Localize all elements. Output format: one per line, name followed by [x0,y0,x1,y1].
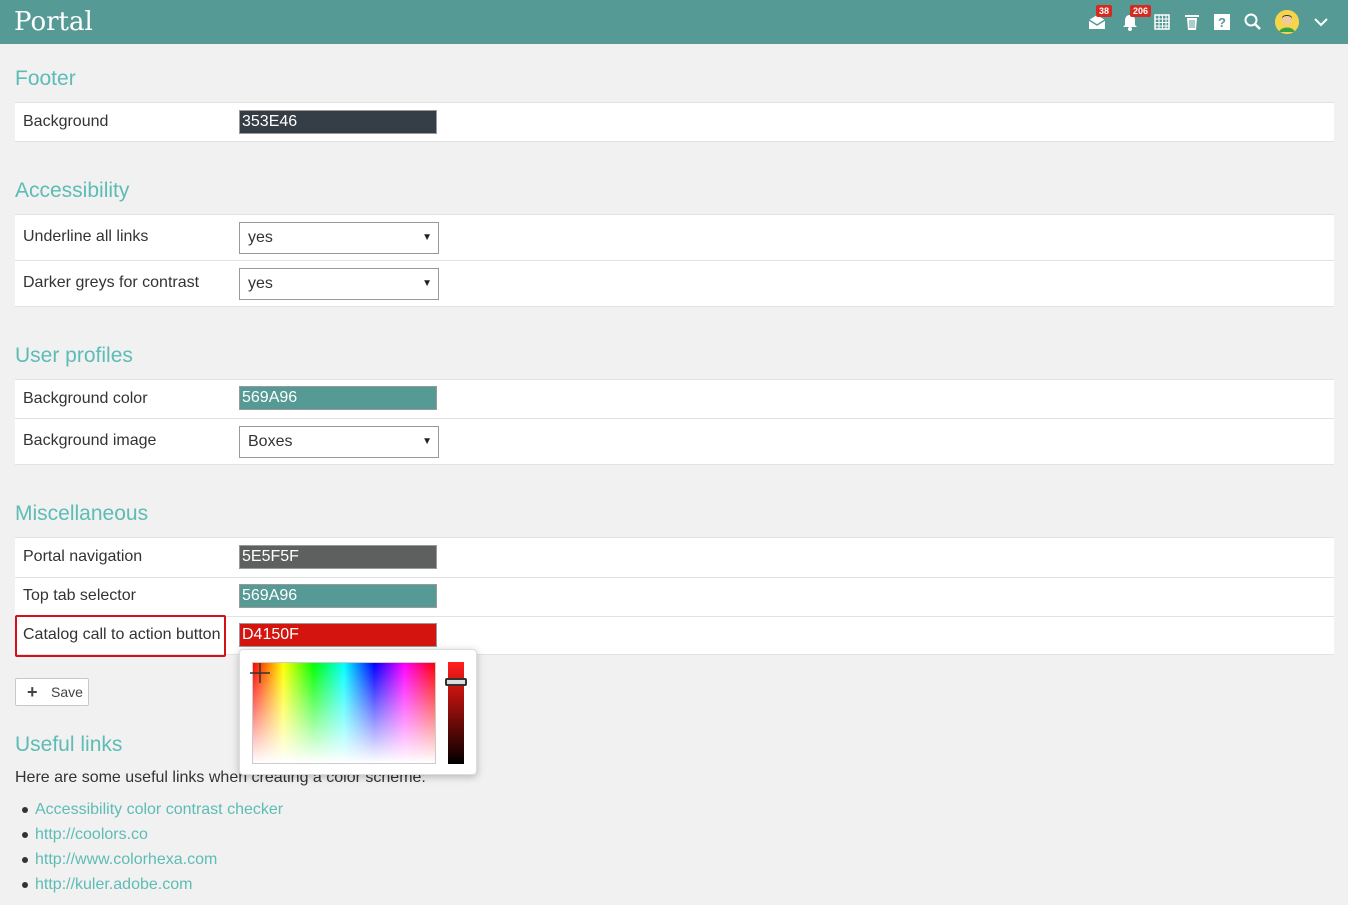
profile-background-color-field[interactable]: 569A96 [239,386,437,410]
bullet-icon [22,831,28,838]
bullet-icon [22,806,28,813]
calendar-grid-icon[interactable] [1152,12,1172,32]
profile-background-color-label: Background color [23,390,148,407]
bullet-icon [22,881,28,888]
list-item: http://www.colorhexa.com [22,851,217,869]
link-coolors[interactable]: http://coolors.co [35,826,148,843]
row-top-tab-selector: Top tab selector 569A96 [15,577,1334,616]
darker-greys-select[interactable]: yes ▼ [239,268,439,300]
underline-links-value: yes [248,229,273,246]
profile-background-image-value: Boxes [248,433,293,450]
save-button-label: Save [51,684,83,700]
row-profile-background-color: Background color 569A96 [15,379,1334,418]
footer-background-color-field[interactable]: 353E46 [239,110,437,134]
section-title-useful-links: Useful links [15,733,123,756]
darker-greys-label: Darker greys for contrast [23,274,200,291]
list-item: http://coolors.co [22,826,148,844]
link-contrast-checker[interactable]: Accessibility color contrast checker [35,801,283,818]
list-item: Accessibility color contrast checker [22,801,283,819]
save-button[interactable]: + Save [15,678,89,706]
highlight-box [15,615,226,657]
mail-icon[interactable]: 38 [1087,5,1113,32]
row-underline-links: Underline all links yes ▼ [15,214,1334,260]
search-icon[interactable] [1243,12,1263,32]
plus-icon: + [27,682,38,702]
dropdown-arrow-icon: ▼ [422,278,432,289]
chevron-down-icon[interactable] [1311,12,1331,32]
link-colorhexa[interactable]: http://www.colorhexa.com [35,851,217,868]
top-tab-selector-label: Top tab selector [23,587,136,604]
row-footer-background: Background 353E46 [15,102,1334,142]
notifications-badge: 206 [1130,5,1152,17]
portal-navigation-color-field[interactable]: 5E5F5F [239,545,437,569]
link-kuler[interactable]: http://kuler.adobe.com [35,876,192,893]
section-title-user-profiles: User profiles [15,344,133,367]
section-title-accessibility: Accessibility [15,179,130,202]
dropdown-arrow-icon: ▼ [422,232,432,243]
user-avatar[interactable] [1275,10,1299,34]
row-portal-navigation: Portal navigation 5E5F5F [15,537,1334,577]
help-icon[interactable]: ? [1212,12,1232,32]
bullet-icon [22,856,28,863]
svg-text:?: ? [1218,15,1226,30]
profile-background-image-select[interactable]: Boxes ▼ [239,426,439,458]
row-profile-background-image: Background image Boxes ▼ [15,418,1334,465]
bell-icon[interactable]: 206 [1120,5,1152,32]
dropdown-arrow-icon: ▼ [422,436,432,447]
profile-background-image-label: Background image [23,432,157,449]
underline-links-label: Underline all links [23,228,149,245]
portal-navigation-label: Portal navigation [23,548,143,565]
section-title-miscellaneous: Miscellaneous [15,502,149,525]
mail-badge: 38 [1096,5,1113,17]
footer-background-label: Background [23,113,109,130]
darker-greys-value: yes [248,275,273,292]
app-title[interactable]: Portal [14,6,93,38]
slider-handle[interactable] [445,678,467,686]
catalog-cta-color-field[interactable]: D4150F [239,623,437,647]
color-spectrum[interactable] [250,662,436,764]
section-title-footer: Footer [15,67,76,90]
list-item: http://kuler.adobe.com [22,876,192,894]
brightness-slider[interactable] [445,662,467,764]
trash-icon[interactable] [1182,12,1202,32]
row-darker-greys: Darker greys for contrast yes ▼ [15,260,1334,307]
color-picker-popup [239,649,477,775]
underline-links-select[interactable]: yes ▼ [239,222,439,254]
crosshair-icon[interactable] [250,663,270,683]
top-tab-selector-color-field[interactable]: 569A96 [239,584,437,608]
top-bar: Portal 38 206 ? [0,0,1348,44]
